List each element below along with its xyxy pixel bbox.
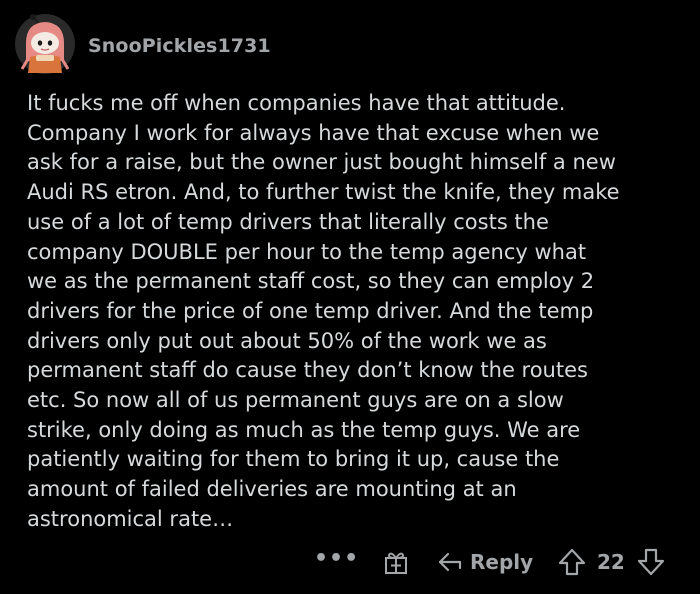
- comment-header: SnooPickles1731: [14, 12, 271, 76]
- upvote-button[interactable]: [557, 546, 587, 578]
- reply-button[interactable]: Reply: [436, 546, 533, 578]
- comment-card: SnooPickles1731 It fucks me off when com…: [0, 0, 700, 594]
- snoo-avatar-icon[interactable]: [14, 13, 76, 75]
- award-gift-icon: [385, 552, 407, 574]
- reply-arrow-icon: [438, 552, 462, 572]
- username[interactable]: SnooPickles1731: [88, 35, 271, 57]
- comment-body: It fucks me off when companies have that…: [27, 91, 620, 531]
- vote-score: 22: [597, 550, 625, 574]
- more-options-button[interactable]: •••: [314, 546, 359, 578]
- upvote-arrow-icon: [558, 548, 586, 576]
- more-options-icon: •••: [314, 546, 360, 571]
- downvote-arrow-icon: [637, 548, 665, 576]
- downvote-button[interactable]: [636, 546, 666, 578]
- reply-label: Reply: [470, 550, 534, 574]
- award-button[interactable]: [382, 546, 410, 578]
- comment-actions: ••• Reply 22: [0, 546, 700, 578]
